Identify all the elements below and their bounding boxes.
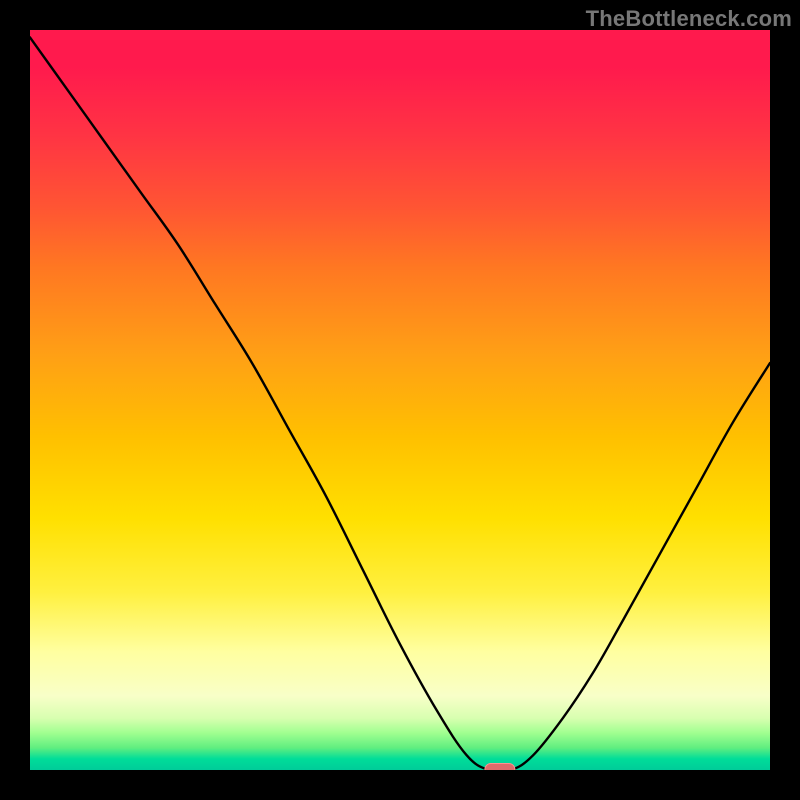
optimum-marker bbox=[485, 764, 515, 771]
bottleneck-curve bbox=[30, 30, 770, 770]
watermark-text: TheBottleneck.com bbox=[586, 6, 792, 32]
chart-container: TheBottleneck.com bbox=[0, 0, 800, 800]
plot-area bbox=[30, 30, 770, 770]
